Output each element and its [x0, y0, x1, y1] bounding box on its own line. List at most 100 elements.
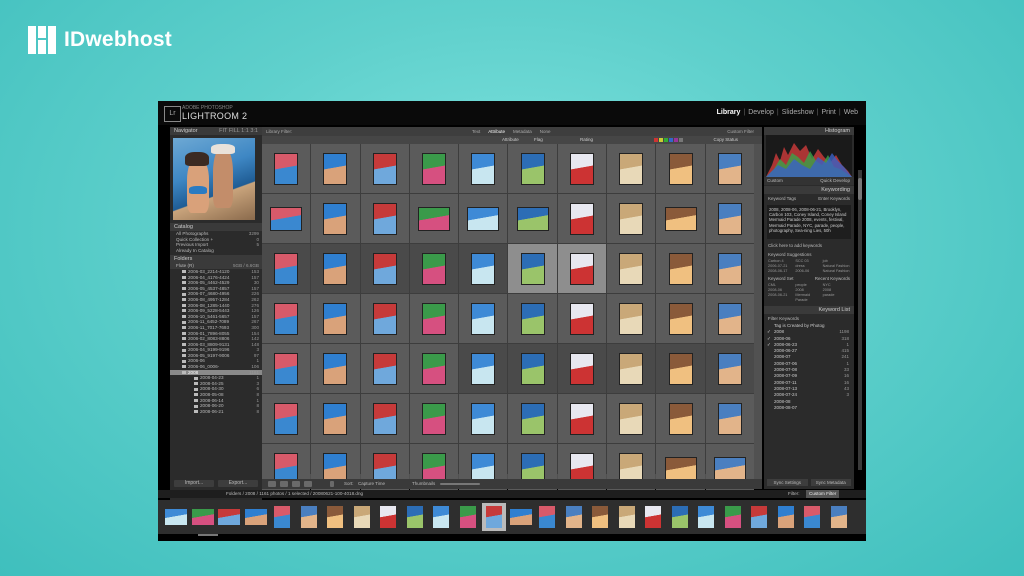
filmstrip-thumbnail[interactable] [668, 503, 692, 531]
navigator-zoom[interactable]: FIT FILL 1:1 3:1 [219, 127, 258, 135]
thumbnail-cell[interactable] [360, 194, 409, 243]
thumbnail-cell[interactable] [409, 144, 459, 193]
thumbnail-cell[interactable] [409, 244, 459, 293]
keyword-tags-mode[interactable]: Enter Keywords [818, 195, 850, 202]
thumbnail-cell[interactable] [705, 194, 754, 243]
thumbnail-cell[interactable] [262, 394, 311, 443]
module-slideshow[interactable]: Slideshow [782, 109, 814, 116]
thumbnail-cell[interactable] [262, 294, 311, 343]
thumbnail-cell[interactable] [311, 244, 360, 293]
thumbnail-cell[interactable] [508, 294, 557, 343]
thumbnail-cell[interactable] [311, 294, 360, 343]
thumbnail-cell[interactable] [557, 194, 607, 243]
thumbnail-cell[interactable] [656, 294, 705, 343]
filter-tab-metadata[interactable]: Metadata [513, 127, 532, 136]
filmstrip-thumbnail[interactable] [429, 503, 453, 531]
folders-header[interactable]: Folders [170, 255, 262, 264]
filter-tab-none[interactable]: None [540, 127, 551, 136]
compare-view-icon[interactable] [292, 481, 300, 487]
thumbnail-cell[interactable] [607, 244, 656, 293]
thumbnail-cell[interactable] [705, 294, 754, 343]
quick-develop-preset[interactable]: Custom [767, 178, 783, 183]
filmstrip-thumbnail[interactable] [403, 503, 427, 531]
thumbnail-cell[interactable] [607, 344, 656, 393]
thumbnail-cell[interactable] [409, 344, 459, 393]
flag-label[interactable]: Flag [534, 136, 543, 144]
filmstrip-thumbnail[interactable] [721, 503, 745, 531]
export-button[interactable]: Export... [218, 480, 258, 487]
thumbnail-cell[interactable] [508, 244, 557, 293]
thumbnail-cell[interactable] [360, 344, 409, 393]
thumbnail-cell[interactable] [409, 394, 459, 443]
thumbnail-cell[interactable] [557, 394, 607, 443]
quick-develop-header[interactable]: Custom Quick Develop [764, 177, 854, 185]
thumbnail-cell[interactable] [705, 244, 754, 293]
keyword-tags-box[interactable]: 2008, 2008-06, 2008-06-21, Brooklyn, Car… [767, 205, 851, 239]
module-print[interactable]: Print [821, 109, 835, 116]
navigator-header[interactable]: Navigator FIT FILL 1:1 3:1 [170, 127, 262, 135]
navigator-preview[interactable] [173, 138, 255, 220]
thumbnail-cell[interactable] [557, 294, 607, 343]
thumbnail-cell[interactable] [262, 144, 311, 193]
filmstrip-thumbnail[interactable] [827, 503, 851, 531]
thumbnail-cell[interactable] [409, 194, 459, 243]
thumbnail-cell[interactable] [459, 144, 508, 193]
keyword-chip[interactable]: 2006-06 [795, 269, 822, 274]
thumbnail-cell[interactable] [360, 144, 409, 193]
thumbnail-cell[interactable] [656, 194, 705, 243]
keyword-chip[interactable]: Natural Fashion [823, 269, 850, 274]
filmstrip-thumbnail[interactable] [482, 503, 506, 531]
thumbnail-cell[interactable] [459, 244, 508, 293]
filmstrip-thumbnail[interactable] [747, 503, 771, 531]
filmstrip-thumbnail[interactable] [588, 503, 612, 531]
import-button[interactable]: Import... [174, 480, 214, 487]
catalog-header[interactable]: Catalog [170, 223, 262, 231]
histogram-header[interactable]: Histogram [764, 127, 854, 135]
sort-select[interactable]: Capture Time [358, 479, 385, 489]
keyword-chip[interactable]: parade [823, 293, 850, 303]
keyword-set-select[interactable]: Recent Keywords [815, 275, 850, 282]
filmstrip-thumbnail[interactable] [297, 503, 321, 531]
keyword-chip[interactable]: 2008-06-21 [768, 293, 795, 303]
color-label-swatches[interactable] [654, 138, 683, 142]
thumbnail-cell[interactable] [508, 144, 557, 193]
loupe-view-icon[interactable] [280, 481, 288, 487]
filmstrip-thumbnail[interactable] [244, 503, 268, 531]
thumbnail-cell[interactable] [459, 194, 508, 243]
filmstrip-thumbnail[interactable] [641, 503, 665, 531]
thumbnail-cell[interactable] [262, 194, 311, 243]
filmstrip-thumbnail[interactable] [694, 503, 718, 531]
thumbnail-cell[interactable] [311, 344, 360, 393]
thumbnail-cell[interactable] [656, 244, 705, 293]
catalog-item[interactable]: Already In Catalog [170, 248, 262, 254]
thumbnail-cell[interactable] [557, 344, 607, 393]
filmstrip-thumbnail[interactable] [323, 503, 347, 531]
filter-tab-text[interactable]: Text [472, 127, 480, 136]
thumbnail-cell[interactable] [607, 144, 656, 193]
thumbnail-cell[interactable] [656, 344, 705, 393]
thumbnail-cell[interactable] [360, 394, 409, 443]
keyword-list-header[interactable]: Keyword List [764, 306, 854, 314]
thumbnail-cell[interactable] [656, 394, 705, 443]
filter-preset-select[interactable]: Custom Filter [727, 127, 754, 136]
filmstrip-thumbnail[interactable] [535, 503, 559, 531]
thumbnail-cell[interactable] [508, 394, 557, 443]
filmstrip-thumbnail[interactable] [615, 503, 639, 531]
filmstrip-thumbnail[interactable] [456, 503, 480, 531]
keyword-chip[interactable]: Mermaid Parade [795, 293, 822, 303]
thumbnail-cell[interactable] [409, 294, 459, 343]
filmstrip-thumbnail[interactable] [774, 503, 798, 531]
thumbnail-cell[interactable] [262, 244, 311, 293]
filmstrip-thumbnail[interactable] [562, 503, 586, 531]
survey-view-icon[interactable] [304, 481, 312, 487]
thumbnail-cell[interactable] [607, 194, 656, 243]
thumbnail-cell[interactable] [656, 144, 705, 193]
thumbnail-cell[interactable] [459, 294, 508, 343]
filmstrip-path[interactable]: Folders / 2008 / 1161 photos / 1 selecte… [226, 490, 363, 498]
grid-view-icon[interactable] [268, 481, 276, 487]
keywording-header[interactable]: Keywording [764, 186, 854, 194]
thumbnail-cell[interactable] [508, 194, 557, 243]
painter-icon[interactable] [330, 481, 334, 487]
filmstrip-scrollbar[interactable] [198, 534, 218, 536]
filmstrip-thumbnail[interactable] [350, 503, 374, 531]
